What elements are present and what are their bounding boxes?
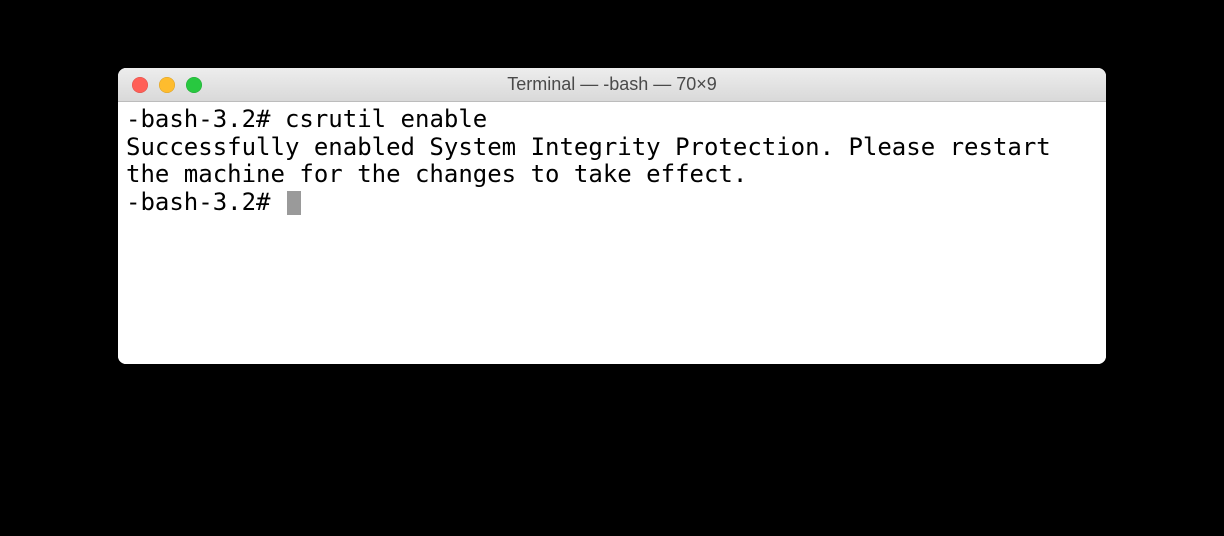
output-text: Successfully enabled System Integrity Pr… (126, 134, 1098, 189)
cursor-icon (287, 191, 301, 215)
window-title: Terminal — -bash — 70×9 (118, 74, 1106, 95)
zoom-icon[interactable] (186, 77, 202, 93)
window-titlebar[interactable]: Terminal — -bash — 70×9 (118, 68, 1106, 102)
close-icon[interactable] (132, 77, 148, 93)
terminal-body[interactable]: -bash-3.2# csrutil enableSuccessfully en… (118, 102, 1106, 364)
command-text: csrutil enable (285, 105, 487, 133)
minimize-icon[interactable] (159, 77, 175, 93)
shell-prompt: -bash-3.2# (126, 188, 285, 216)
terminal-window: Terminal — -bash — 70×9 -bash-3.2# csrut… (118, 68, 1106, 364)
shell-prompt: -bash-3.2# (126, 105, 285, 133)
traffic-lights (118, 77, 202, 93)
